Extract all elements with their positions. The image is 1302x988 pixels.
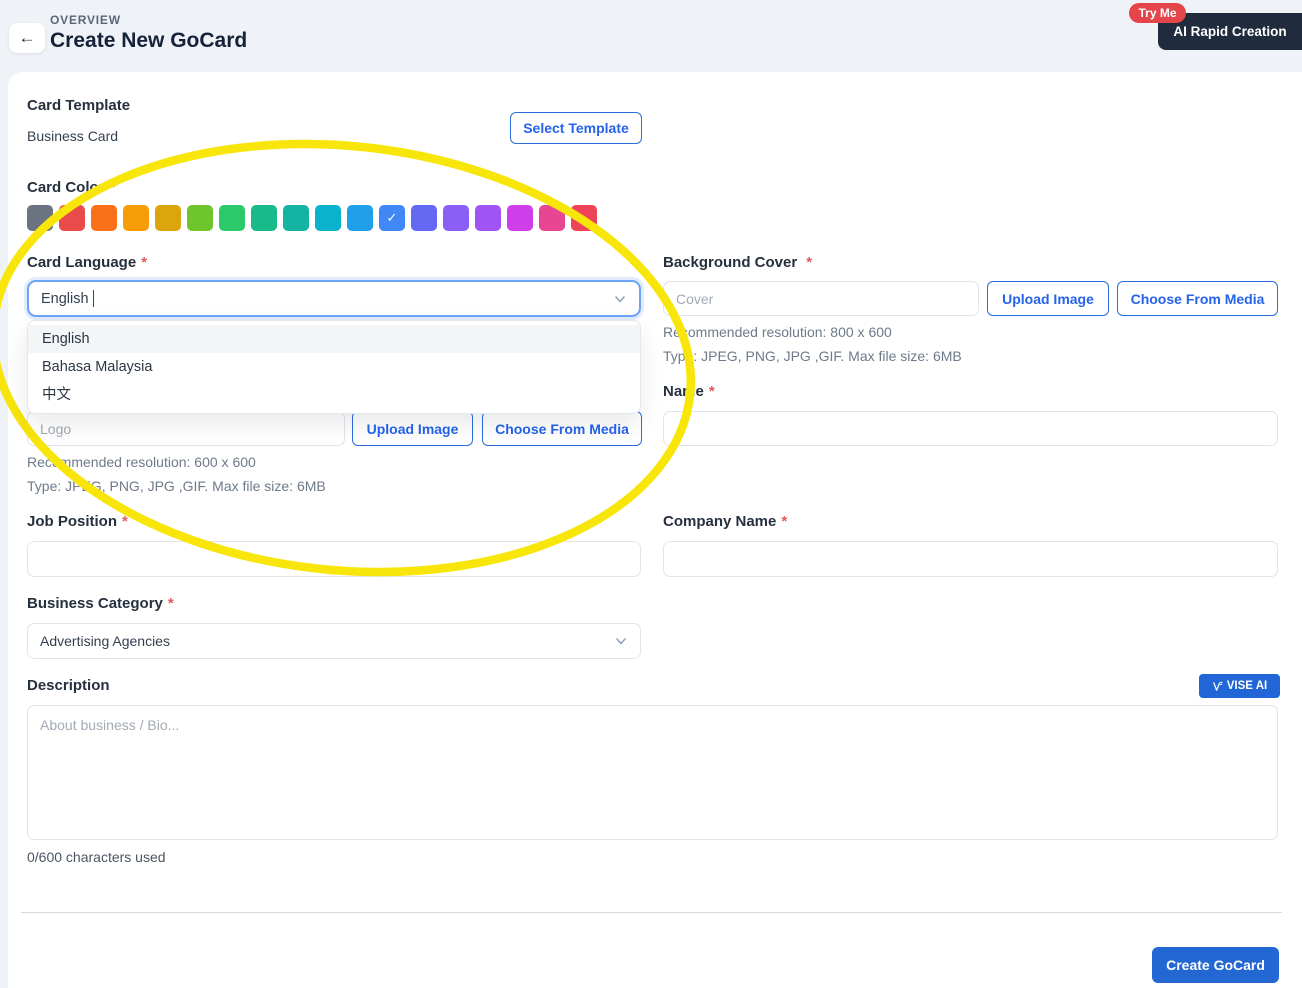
logo-choose-media-button[interactable]: Choose From Media (482, 411, 642, 446)
job-position-label: Job Position * (27, 513, 128, 530)
breadcrumb: OVERVIEW (50, 13, 121, 27)
description-textarea[interactable] (27, 705, 1278, 840)
required-asterisk: * (109, 179, 116, 196)
dropdown-option[interactable]: English (28, 325, 640, 353)
logo-filetype-hint: Type: JPEG, PNG, JPG ,GIF. Max file size… (27, 478, 326, 494)
page-header: ← OVERVIEW Create New GoCard AI Rapid Cr… (0, 0, 1302, 72)
color-swatch[interactable] (27, 205, 53, 231)
color-swatch[interactable] (315, 205, 341, 231)
color-swatch[interactable] (347, 205, 373, 231)
required-asterisk: * (806, 254, 813, 271)
select-template-button[interactable]: Select Template (510, 112, 642, 144)
chevron-down-icon (614, 634, 628, 648)
color-swatch[interactable]: ✓ (379, 205, 405, 231)
card-color-label: Card Color * (27, 179, 116, 196)
chevron-down-icon (613, 292, 627, 306)
cover-input[interactable] (663, 281, 979, 316)
name-input[interactable] (663, 411, 1278, 446)
color-swatch[interactable] (59, 205, 85, 231)
vise-ai-label: VISE AI (1226, 680, 1268, 692)
color-swatch[interactable] (251, 205, 277, 231)
color-swatch[interactable] (539, 205, 565, 231)
required-asterisk: * (122, 513, 128, 530)
cover-resolution-hint: Recommended resolution: 800 x 600 (663, 324, 892, 340)
arrow-left-icon: ← (18, 28, 36, 47)
color-swatch[interactable] (443, 205, 469, 231)
color-swatch[interactable] (219, 205, 245, 231)
required-asterisk: * (141, 254, 148, 271)
logo-resolution-hint: Recommended resolution: 600 x 600 (27, 454, 256, 470)
business-category-select[interactable]: Advertising Agencies (27, 623, 641, 659)
required-asterisk: * (167, 595, 174, 612)
dropdown-option[interactable]: 中文 (28, 381, 640, 409)
vise-ai-button[interactable]: VISE AI (1199, 674, 1280, 698)
description-label: Description (27, 677, 110, 694)
cover-filetype-hint: Type: JPEG, PNG, JPG ,GIF. Max file size… (663, 348, 962, 364)
job-position-input[interactable] (27, 541, 641, 577)
logo-upload-image-button[interactable]: Upload Image (352, 411, 473, 446)
text-cursor (92, 290, 95, 307)
color-swatch[interactable] (91, 205, 117, 231)
color-swatch[interactable] (411, 205, 437, 231)
page-title: Create New GoCard (50, 29, 248, 52)
card-language-dropdown: English Bahasa Malaysia 中文 (27, 320, 641, 414)
color-swatch[interactable] (187, 205, 213, 231)
company-name-input[interactable] (663, 541, 1278, 577)
card-template-label: Card Template (27, 97, 131, 114)
color-swatch[interactable] (155, 205, 181, 231)
required-asterisk: * (781, 513, 788, 530)
card-language-label: Card Language * (27, 254, 148, 271)
color-swatch[interactable] (283, 205, 309, 231)
card-language-value: English (41, 290, 89, 307)
character-counter: 0/600 characters used (27, 849, 166, 865)
card-language-input[interactable]: English (27, 280, 641, 317)
color-swatch[interactable] (571, 205, 597, 231)
color-swatch[interactable] (475, 205, 501, 231)
create-gocard-button[interactable]: Create GoCard (1152, 947, 1279, 983)
create-gocard-page: ← OVERVIEW Create New GoCard AI Rapid Cr… (0, 0, 1302, 988)
company-name-label: Company Name * (663, 513, 788, 530)
checkmark-icon: ✓ (386, 210, 398, 225)
required-asterisk: * (708, 383, 715, 400)
card-template-value: Business Card (27, 128, 119, 144)
name-label: Name * (663, 383, 715, 400)
business-category-label: Business Category * (27, 595, 174, 612)
cover-upload-image-button[interactable]: Upload Image (987, 281, 1109, 316)
back-button[interactable]: ← (9, 23, 45, 53)
logo-input[interactable] (27, 411, 345, 446)
card-color-swatches: ✓ (27, 205, 597, 231)
background-cover-label: Background Cover * (663, 254, 813, 271)
dropdown-option[interactable]: Bahasa Malaysia (28, 353, 640, 381)
color-swatch[interactable] (507, 205, 533, 231)
business-category-value: Advertising Agencies (40, 633, 170, 649)
color-swatch[interactable] (123, 205, 149, 231)
try-me-badge: Try Me (1129, 3, 1186, 23)
cover-choose-media-button[interactable]: Choose From Media (1117, 281, 1278, 316)
vise-ai-sparkle-icon (1212, 681, 1223, 692)
footer-divider (21, 912, 1282, 913)
